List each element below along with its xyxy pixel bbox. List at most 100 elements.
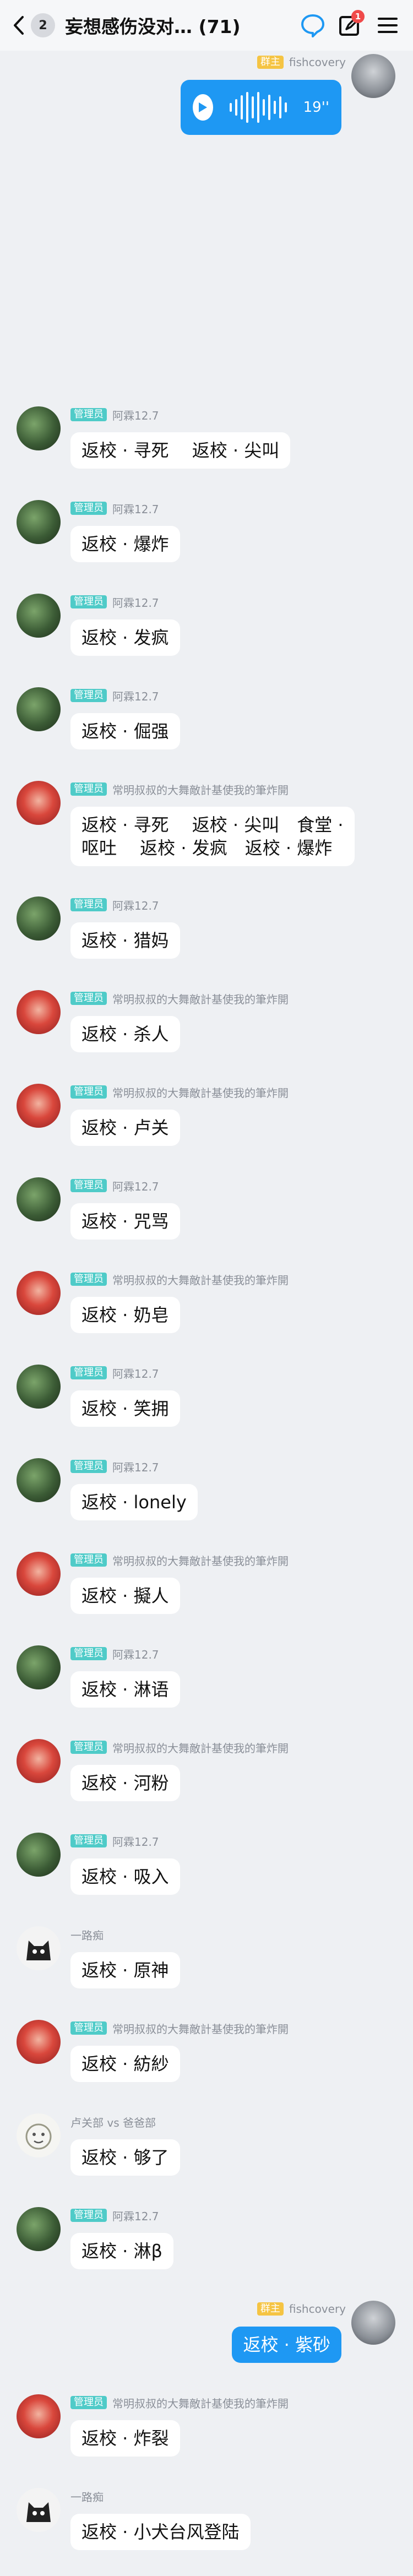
- avatar[interactable]: [17, 781, 61, 825]
- message-meta: 管理员 常明叔叔的大舞敵計基使我的筆炸開: [70, 1272, 289, 1287]
- back-icon[interactable]: [10, 13, 28, 37]
- avatar[interactable]: [17, 1271, 61, 1315]
- message-bubble[interactable]: 返校 · 紡紗: [70, 2046, 180, 2082]
- avatar[interactable]: [17, 594, 61, 638]
- avatar[interactable]: [17, 2394, 61, 2438]
- message-meta: 管理员 阿霖12.7: [70, 1646, 159, 1661]
- avatar[interactable]: [17, 1833, 61, 1877]
- message-bubble[interactable]: 返校 · 杀人: [70, 1016, 180, 1052]
- sender-name: 阿霖12.7: [112, 1180, 159, 1193]
- message-bubble[interactable]: 返校 · 倔强: [70, 713, 180, 749]
- message-bubble[interactable]: 返校 · 卢关: [70, 1110, 180, 1146]
- message-bubble[interactable]: 返校 · 炸裂: [70, 2420, 180, 2457]
- avatar[interactable]: [17, 500, 61, 544]
- chat-bubble-icon[interactable]: [297, 10, 328, 41]
- avatar[interactable]: [17, 1926, 61, 1970]
- role-badge: 管理员: [70, 898, 107, 911]
- message-bubble[interactable]: 返校 · 河粉: [70, 1765, 180, 1801]
- avatar[interactable]: [17, 1084, 61, 1128]
- sender-name: 阿霖12.7: [112, 409, 159, 422]
- unread-count-badge[interactable]: 2: [31, 13, 55, 37]
- message-bubble[interactable]: 返校 · 淋β: [70, 2233, 173, 2269]
- sender-name: 阿霖12.7: [112, 596, 159, 610]
- sender-name: 常明叔叔的大舞敵計基使我的筆炸開: [112, 783, 289, 797]
- sender-name: fishcovery: [289, 2302, 346, 2316]
- role-badge: 管理员: [70, 1647, 107, 1660]
- sender-name: 常明叔叔的大舞敵計基使我的筆炸開: [112, 1273, 289, 1287]
- avatar[interactable]: [351, 2301, 395, 2345]
- sender-name: 阿霖12.7: [112, 1460, 159, 1474]
- message-meta: 管理员 阿霖12.7: [70, 407, 159, 422]
- sender-name: 阿霖12.7: [112, 689, 159, 703]
- role-badge: 管理员: [70, 1460, 107, 1473]
- avatar[interactable]: [17, 406, 61, 450]
- play-icon[interactable]: [193, 94, 213, 121]
- message-meta: 管理员 常明叔叔的大舞敵計基使我的筆炸開: [70, 1085, 289, 1100]
- role-badge: 管理员: [70, 1741, 107, 1754]
- sender-name: 常明叔叔的大舞敵計基使我的筆炸開: [112, 2022, 289, 2036]
- voice-message-bubble[interactable]: 19'': [181, 80, 341, 135]
- role-badge: 管理员: [70, 595, 107, 608]
- sender-name: 常明叔叔的大舞敵計基使我的筆炸開: [112, 1741, 289, 1755]
- sender-name: 阿霖12.7: [112, 1648, 159, 1661]
- message-line: 呕吐 返校 · 发疯 返校 · 爆炸: [81, 838, 333, 858]
- menu-icon[interactable]: [372, 10, 403, 41]
- message-meta: 管理员 常明叔叔的大舞敵計基使我的筆炸開: [70, 991, 289, 1006]
- message-bubble[interactable]: 返校 · 够了: [70, 2139, 180, 2176]
- role-badge: 管理员: [70, 2021, 107, 2035]
- avatar[interactable]: [17, 1458, 61, 1502]
- message-bubble[interactable]: 返校 · 原神: [70, 1952, 180, 1988]
- message-bubble[interactable]: 返校 · 淋语: [70, 1671, 180, 1708]
- message-bubble[interactable]: 返校 · 吸入: [70, 1858, 180, 1895]
- message-meta: 管理员 阿霖12.7: [70, 595, 159, 610]
- message-meta: 卢关部 vs 爸爸部: [70, 2115, 156, 2129]
- avatar[interactable]: [17, 1365, 61, 1409]
- message-meta: 一路痴: [70, 1927, 104, 1942]
- message-bubble[interactable]: 返校 · 笑拥: [70, 1390, 180, 1427]
- message-bubble[interactable]: 返校 · 寻死 返校 · 尖叫: [70, 432, 291, 469]
- sender-name: fishcovery: [289, 56, 346, 69]
- role-badge: 管理员: [70, 1553, 107, 1567]
- message-meta: 管理员 阿霖12.7: [70, 1459, 159, 1474]
- message-bubble[interactable]: 返校 · 奶皂: [70, 1297, 180, 1333]
- role-badge: 管理员: [70, 408, 107, 421]
- compose-icon[interactable]: 1: [335, 10, 366, 41]
- sender-name: 常明叔叔的大舞敵計基使我的筆炸開: [112, 992, 289, 1006]
- message-bubble[interactable]: 返校 · 擬人: [70, 1578, 180, 1614]
- voice-waveform: [229, 91, 287, 124]
- message-line: 返校 · 寻死 返校 · 尖叫 食堂 ·: [81, 814, 344, 835]
- sender-name: 阿霖12.7: [112, 502, 159, 516]
- role-badge: 管理员: [70, 1366, 107, 1379]
- avatar[interactable]: [17, 1739, 61, 1783]
- message-bubble[interactable]: 返校 · 紫砂: [232, 2327, 341, 2363]
- message-bubble[interactable]: 返校 · 猎妈: [70, 922, 180, 959]
- avatar[interactable]: [17, 1645, 61, 1689]
- message-bubble[interactable]: 返校 · 小犬台风登陆: [70, 2514, 251, 2550]
- role-badge: 管理员: [70, 2396, 107, 2409]
- avatar[interactable]: [17, 2207, 61, 2251]
- notification-badge: 1: [351, 10, 365, 23]
- message-bubble[interactable]: 返校 · 发疯: [70, 619, 180, 656]
- avatar[interactable]: [17, 1552, 61, 1596]
- message-meta: 管理员 阿霖12.7: [70, 2208, 159, 2223]
- avatar[interactable]: [17, 2113, 61, 2157]
- avatar[interactable]: [17, 2488, 61, 2532]
- avatar[interactable]: [17, 2020, 61, 2064]
- avatar[interactable]: [17, 990, 61, 1034]
- role-badge: 群主: [257, 2302, 284, 2316]
- message-bubble[interactable]: 返校 · 咒骂: [70, 1203, 180, 1240]
- sender-name: 阿霖12.7: [112, 1367, 159, 1381]
- role-badge: 管理员: [70, 1834, 107, 1847]
- message-meta: 管理员 阿霖12.7: [70, 1178, 159, 1193]
- message-meta: 管理员 常明叔叔的大舞敵計基使我的筆炸開: [70, 2021, 289, 2036]
- message-meta: 管理员 阿霖12.7: [70, 898, 159, 912]
- message-bubble[interactable]: 返校 · 寻死 返校 · 尖叫 食堂 · 呕吐 返校 · 发疯 返校 · 爆炸: [70, 807, 355, 866]
- role-badge: 管理员: [70, 502, 107, 515]
- message-bubble[interactable]: 返校 · lonely: [70, 1484, 198, 1520]
- avatar[interactable]: [17, 1177, 61, 1221]
- avatar[interactable]: [17, 687, 61, 731]
- avatar[interactable]: [17, 896, 61, 941]
- avatar[interactable]: [351, 54, 395, 98]
- message-bubble[interactable]: 返校 · 爆炸: [70, 526, 180, 562]
- message-meta: 群主 fishcovery: [257, 55, 346, 69]
